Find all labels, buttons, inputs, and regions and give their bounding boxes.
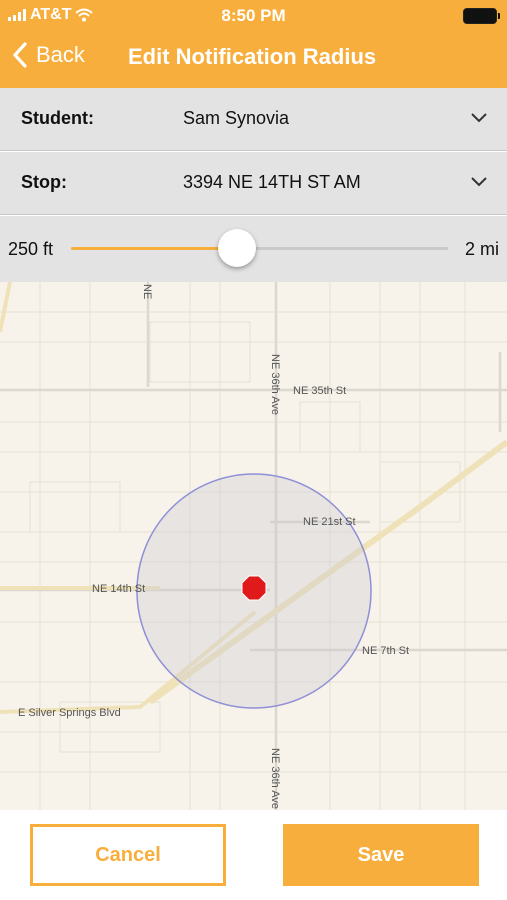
status-bar: AT&T 8:50 PM [0,0,507,30]
label-ne-36th-top: NE 36th Ave [269,354,281,415]
stop-marker-icon [241,575,267,601]
label-ne-partial: NE [141,284,153,299]
app-header: AT&T 8:50 PM Back Edit Notification Radi… [0,0,507,88]
chevron-down-icon [471,177,487,187]
back-button[interactable]: Back [12,42,85,68]
label-ne-21st: NE 21st St [303,516,356,528]
student-selector[interactable]: Student: Sam Synovia [0,88,507,151]
battery-icon [463,8,500,24]
radius-slider-row: 250 ft 2 mi [0,216,507,282]
slider-min-label: 250 ft [8,239,54,259]
label-silver-springs: E Silver Springs Blvd [18,707,121,719]
save-button[interactable]: Save [283,824,479,886]
label-ne-35th: NE 35th St [293,385,346,397]
student-value: Sam Synovia [183,108,290,128]
footer-bar: Cancel Save [0,810,507,900]
radius-slider-fill [71,247,237,250]
stop-selector[interactable]: Stop: 3394 NE 14TH ST AM [0,152,507,215]
stop-label: Stop: [21,172,67,192]
nav-bar: Back Edit Notification Radius [0,34,507,78]
label-ne-36th-bottom: NE 36th Ave [269,748,281,809]
page-title: Edit Notification Radius [128,44,377,69]
map-view[interactable]: NE 35th St NE 21st St NE 14th St NE 7th … [0,282,507,810]
radius-slider-track[interactable] [71,229,448,267]
stop-value: 3394 NE 14TH ST AM [183,172,361,192]
label-ne-14th: NE 14th St [92,583,145,595]
cancel-button[interactable]: Cancel [30,824,226,886]
chevron-left-icon [13,42,27,68]
radius-slider-thumb[interactable] [217,229,256,267]
chevron-down-icon [471,113,487,123]
student-label: Student: [21,108,94,128]
back-label: Back [36,42,85,67]
slider-max-label: 2 mi [464,239,499,259]
status-time: 8:50 PM [221,6,286,25]
label-ne-7th: NE 7th St [362,645,409,657]
map-canvas: NE 35th St NE 21st St NE 14th St NE 7th … [0,282,507,810]
